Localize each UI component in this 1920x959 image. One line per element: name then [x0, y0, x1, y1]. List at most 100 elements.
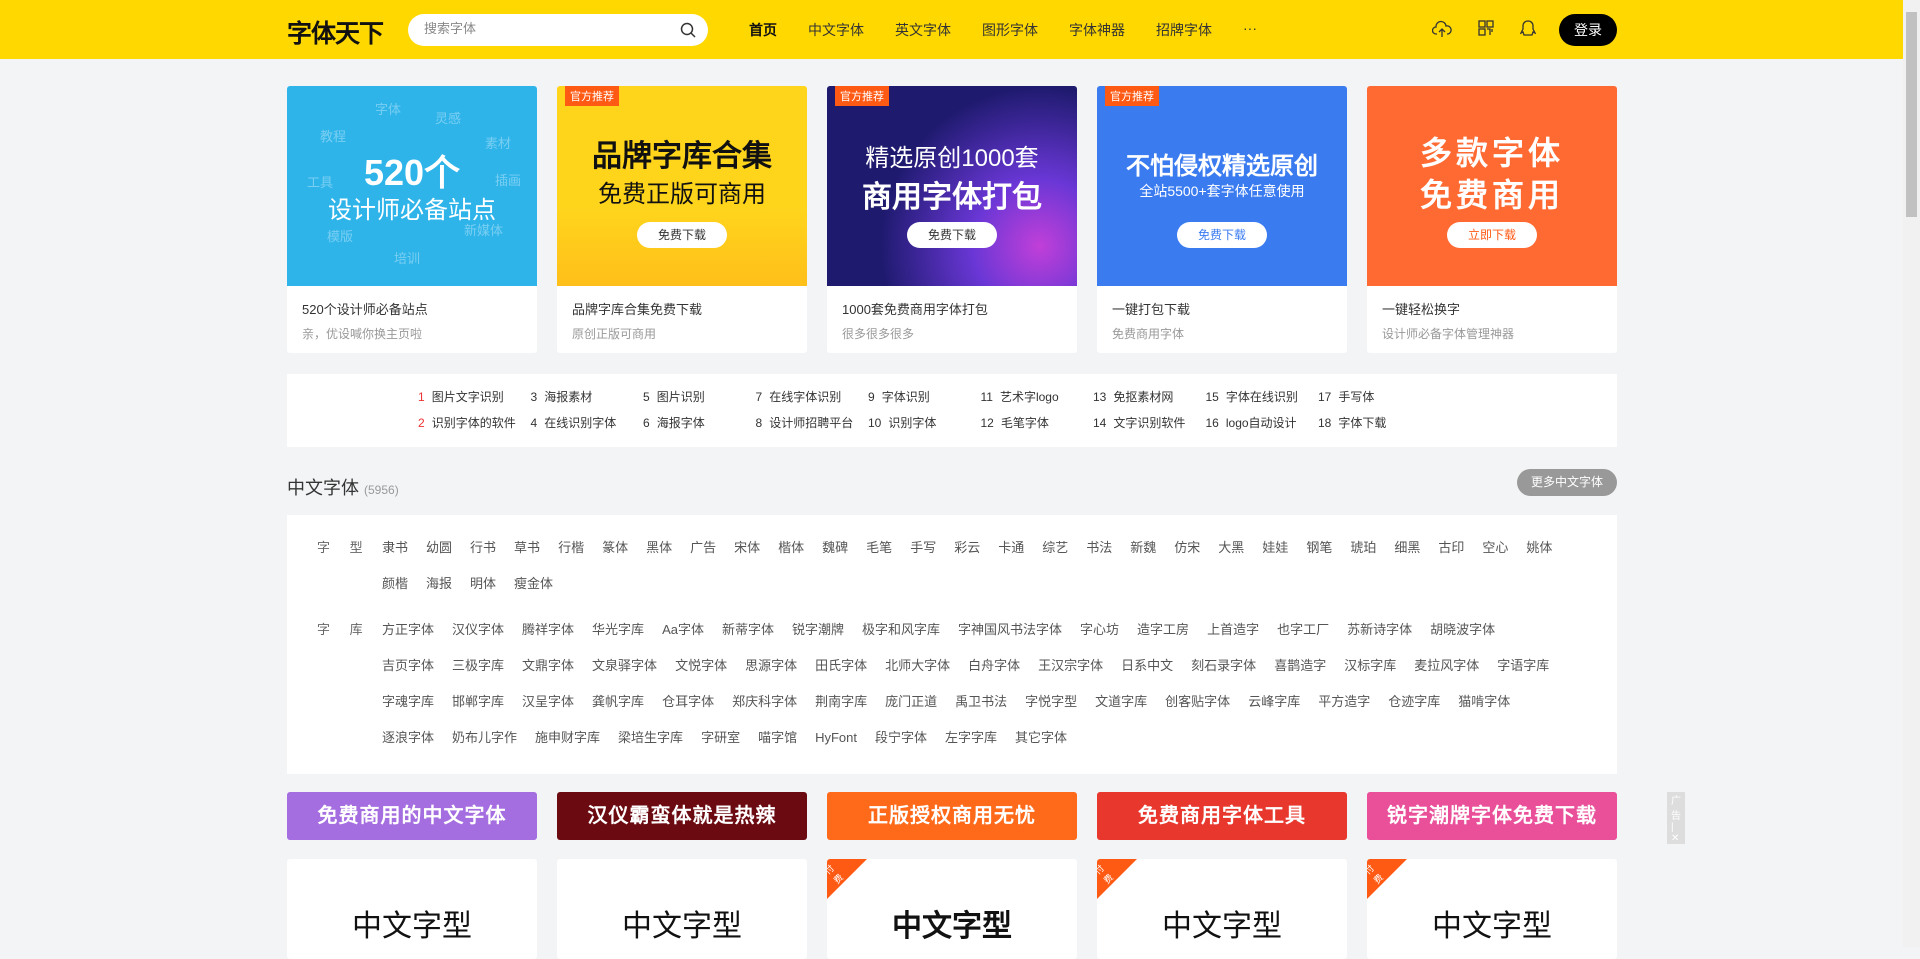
font-library-link[interactable]: 字心坊	[1080, 612, 1119, 648]
qrcode-icon[interactable]	[1478, 20, 1494, 43]
hot-search-item[interactable]: 8设计师招聘平台	[756, 414, 854, 431]
font-library-link[interactable]: 字神国风书法字体	[958, 612, 1062, 648]
font-type-link[interactable]: 颜楷	[382, 566, 408, 602]
hot-search-item[interactable]: 9字体识别	[868, 388, 930, 405]
promo-card-sites[interactable]: 字体 灵感 教程 素材 工具 插画 模版 新媒体 培训 520个 设计师必备站点…	[287, 86, 537, 353]
hot-search-item[interactable]: 17手写体	[1318, 388, 1374, 405]
upload-cloud-icon[interactable]	[1432, 20, 1452, 43]
font-library-link[interactable]: Aa字体	[662, 612, 704, 648]
font-library-link[interactable]: 华光字库	[592, 612, 644, 648]
hot-search-item[interactable]: 2识别字体的软件	[418, 414, 516, 431]
font-type-link[interactable]: 明体	[470, 566, 496, 602]
hot-search-link[interactable]: 设计师招聘平台	[769, 416, 853, 430]
card-title[interactable]: 一键轻松换字	[1382, 299, 1460, 318]
font-library-link[interactable]: 刻石录字体	[1191, 648, 1256, 684]
font-library-link[interactable]: 文鼎字体	[522, 648, 574, 684]
font-type-link[interactable]: 海报	[426, 566, 452, 602]
font-type-link[interactable]: 隶书	[382, 530, 408, 566]
promo-card-1000-pack[interactable]: 官方推荐 精选原创1000套 商用字体打包 免费下载 1000套免费商用字体打包…	[827, 86, 1077, 353]
font-library-link[interactable]: 字魂字库	[382, 684, 434, 720]
nav-font-tools[interactable]: 字体神器	[1069, 20, 1125, 40]
font-library-link[interactable]: 仓耳字体	[662, 684, 714, 720]
login-button[interactable]: 登录	[1559, 14, 1617, 46]
promo-card-no-infringe[interactable]: 官方推荐 不怕侵权精选原创 全站5500+套字体任意使用 免费下载 一键打包下载…	[1097, 86, 1347, 353]
hot-search-link[interactable]: 字体在线识别	[1226, 390, 1298, 404]
font-type-link[interactable]: 空心	[1482, 530, 1508, 566]
hot-search-item[interactable]: 5图片识别	[643, 388, 705, 405]
hot-search-item[interactable]: 10识别字体	[868, 414, 936, 431]
hot-search-link[interactable]: 手写体	[1338, 390, 1374, 404]
font-library-link[interactable]: 邯郸字库	[452, 684, 504, 720]
free-download-button[interactable]: 免费下载	[1177, 222, 1267, 248]
font-library-link[interactable]: 仓迹字库	[1388, 684, 1440, 720]
topic-banner[interactable]: 正版授权商用无忧	[827, 792, 1077, 840]
nav-home[interactable]: 首页	[749, 20, 777, 40]
font-library-link[interactable]: 锐字潮牌	[792, 612, 844, 648]
font-library-link[interactable]: 新蒂字体	[722, 612, 774, 648]
font-sample-card[interactable]: 付费中文字型	[1097, 859, 1347, 959]
hot-search-item[interactable]: 14文字识别软件	[1093, 414, 1185, 431]
font-library-link[interactable]: 方正字体	[382, 612, 434, 648]
site-logo[interactable]: 字体天下	[287, 14, 383, 50]
font-library-link[interactable]: 也字工厂	[1277, 612, 1329, 648]
card-title[interactable]: 品牌字库合集免费下载	[572, 299, 702, 318]
hot-search-link[interactable]: 图片识别	[657, 390, 705, 404]
nav-more[interactable]: ···	[1243, 20, 1257, 40]
font-type-link[interactable]: 仿宋	[1174, 530, 1200, 566]
font-type-link[interactable]: 宋体	[734, 530, 760, 566]
font-type-link[interactable]: 广告	[690, 530, 716, 566]
font-library-link[interactable]: 创客贴字体	[1165, 684, 1230, 720]
hot-search-link[interactable]: 字体下载	[1338, 416, 1386, 430]
ad-label[interactable]: 广告 | ✕	[1667, 792, 1685, 844]
font-library-link[interactable]: 汉仪字体	[452, 612, 504, 648]
font-sample-card[interactable]: 付费中文字型	[827, 859, 1077, 959]
hot-search-link[interactable]: 艺术字logo	[1000, 390, 1059, 404]
font-library-link[interactable]: 逐浪字体	[382, 720, 434, 756]
promo-card-free-commercial[interactable]: 多款字体 免费商用 立即下载 一键轻松换字 设计师必备字体管理神器	[1367, 86, 1617, 353]
font-library-link[interactable]: 郑庆科字体	[732, 684, 797, 720]
hot-search-item[interactable]: 4在线识别字体	[531, 414, 617, 431]
hot-search-item[interactable]: 16logo自动设计	[1206, 414, 1297, 431]
font-type-link[interactable]: 篆体	[602, 530, 628, 566]
hot-search-item[interactable]: 3海报素材	[531, 388, 593, 405]
hot-search-item[interactable]: 7在线字体识别	[756, 388, 842, 405]
font-library-link[interactable]: 日系中文	[1121, 648, 1173, 684]
font-type-link[interactable]: 行楷	[558, 530, 584, 566]
font-type-link[interactable]: 综艺	[1042, 530, 1068, 566]
hot-search-link[interactable]: 字体识别	[882, 390, 930, 404]
hot-search-item[interactable]: 6海报字体	[643, 414, 705, 431]
font-type-link[interactable]: 手写	[910, 530, 936, 566]
font-library-link[interactable]: 字研室	[701, 720, 740, 756]
font-library-link[interactable]: 喵字馆	[758, 720, 797, 756]
scrollbar-thumb[interactable]	[1906, 12, 1917, 217]
font-library-link[interactable]: 段宁字体	[875, 720, 927, 756]
hot-search-link[interactable]: 识别字体	[888, 416, 936, 430]
search-input[interactable]	[424, 21, 664, 36]
font-library-link[interactable]: 文泉驿字体	[592, 648, 657, 684]
font-library-link[interactable]: 白舟字体	[968, 648, 1020, 684]
font-type-link[interactable]: 新魏	[1130, 530, 1156, 566]
hot-search-link[interactable]: 在线字体识别	[769, 390, 841, 404]
font-library-link[interactable]: 吉页字体	[382, 648, 434, 684]
font-type-link[interactable]: 毛笔	[866, 530, 892, 566]
hot-search-link[interactable]: 文字识别软件	[1113, 416, 1185, 430]
hot-search-link[interactable]: 海报字体	[657, 416, 705, 430]
hot-search-link[interactable]: 免抠素材网	[1113, 390, 1173, 404]
font-type-link[interactable]: 草书	[514, 530, 540, 566]
promo-card-brand-library[interactable]: 官方推荐 品牌字库合集 免费正版可商用 免费下载 品牌字库合集免费下载 原创正版…	[557, 86, 807, 353]
font-type-link[interactable]: 楷体	[778, 530, 804, 566]
font-library-link[interactable]: 苏新诗字体	[1347, 612, 1412, 648]
hot-search-item[interactable]: 15字体在线识别	[1206, 388, 1298, 405]
font-type-link[interactable]: 大黑	[1218, 530, 1244, 566]
font-library-link[interactable]: 文道字库	[1095, 684, 1147, 720]
hot-search-item[interactable]: 13免抠素材网	[1093, 388, 1173, 405]
font-library-link[interactable]: 麦拉风字体	[1414, 648, 1479, 684]
search-icon[interactable]	[680, 22, 696, 43]
nav-chinese-fonts[interactable]: 中文字体	[808, 20, 864, 40]
font-library-link[interactable]: 喜鹊造字	[1274, 648, 1326, 684]
font-library-link[interactable]: 其它字体	[1015, 720, 1067, 756]
free-download-button[interactable]: 免费下载	[637, 222, 727, 248]
font-type-link[interactable]: 彩云	[954, 530, 980, 566]
font-library-link[interactable]: 禹卫书法	[955, 684, 1007, 720]
font-library-link[interactable]: 文悦字体	[675, 648, 727, 684]
